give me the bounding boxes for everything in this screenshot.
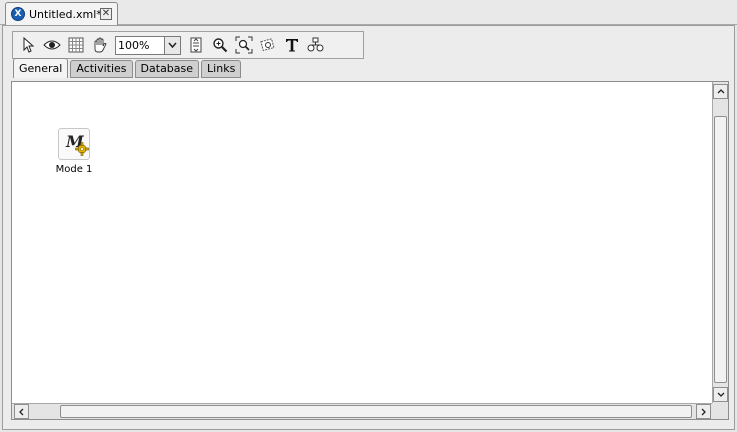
mode-gear-icon (75, 142, 89, 159)
xml-file-icon: X (11, 7, 25, 21)
scroll-up-button[interactable] (713, 84, 728, 99)
scrollbar-corner (712, 403, 728, 419)
diagram-node-mode-1[interactable]: M Mode 1 (49, 128, 99, 175)
align-icon[interactable] (305, 34, 327, 56)
zoom-value: 100% (118, 38, 150, 52)
tab-activities[interactable]: Activities (70, 60, 133, 78)
palette-tabs: General Activities Database Links (13, 58, 243, 78)
zoom-area-icon[interactable] (257, 34, 279, 56)
scroll-down-button[interactable] (713, 387, 728, 402)
chevron-down-icon[interactable] (164, 36, 180, 54)
close-icon[interactable]: ✕ (100, 8, 112, 20)
select-pointer-icon[interactable] (17, 34, 39, 56)
mode-node-box[interactable]: M (58, 128, 90, 160)
document-tab-strip: X Untitled.xml* ✕ (0, 0, 737, 25)
scroll-left-button[interactable] (14, 404, 29, 419)
horizontal-scrollbar[interactable] (12, 403, 713, 419)
vertical-scroll-thumb[interactable] (714, 116, 727, 383)
zoom-combo[interactable]: 100% (115, 35, 181, 55)
diagram-toolbar: 100% (12, 31, 364, 59)
scroll-right-button[interactable] (696, 404, 711, 419)
pan-hand-icon[interactable] (89, 34, 111, 56)
document-tab[interactable]: X Untitled.xml* ✕ (5, 2, 118, 25)
zoom-region-icon[interactable] (233, 34, 255, 56)
horizontal-scroll-thumb[interactable] (60, 405, 692, 418)
text-tool-icon[interactable] (281, 34, 303, 56)
editor-frame: 100% General Activities Database Links M… (2, 25, 735, 430)
tab-general[interactable]: General (13, 58, 69, 78)
node-label: Mode 1 (55, 164, 93, 175)
tab-links[interactable]: Links (201, 60, 242, 78)
tab-database[interactable]: Database (134, 60, 200, 78)
document-tab-title: Untitled.xml* (29, 7, 102, 21)
vertical-scrollbar[interactable] (712, 82, 728, 404)
zoom-in-icon[interactable] (209, 34, 231, 56)
grid-icon[interactable] (65, 34, 87, 56)
preview-eye-icon[interactable] (41, 34, 63, 56)
fit-page-icon[interactable] (185, 34, 207, 56)
diagram-canvas[interactable]: M Mode 1 (11, 81, 729, 420)
